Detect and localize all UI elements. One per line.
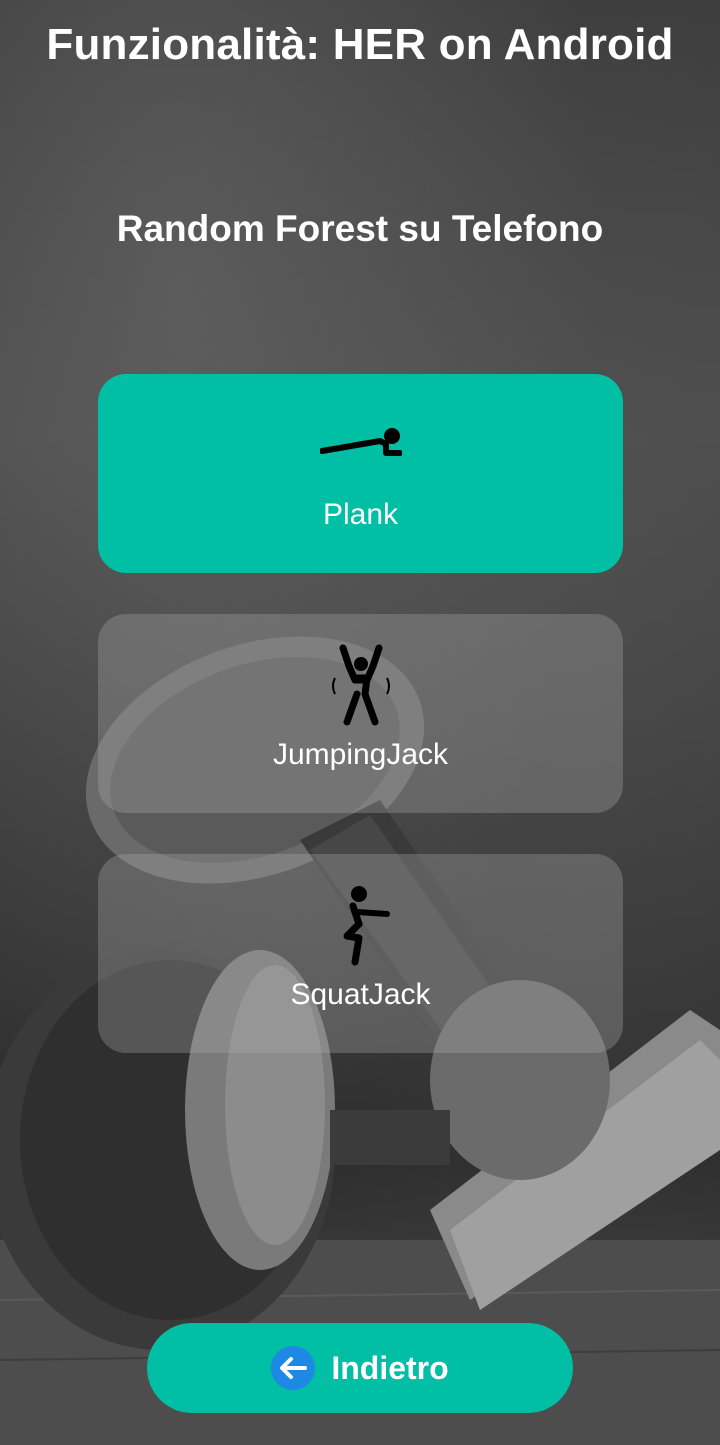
exercise-label: SquatJack bbox=[290, 978, 431, 1011]
back-button[interactable]: Indietro bbox=[147, 1323, 573, 1413]
jumping-jack-icon bbox=[311, 644, 411, 726]
exercise-card-plank[interactable]: Plank bbox=[98, 374, 623, 573]
exercise-label: JumpingJack bbox=[272, 738, 449, 771]
arrow-left-icon bbox=[271, 1346, 316, 1390]
page-title: Funzionalità: HER on Android bbox=[46, 20, 674, 69]
exercise-card-jumpingjack[interactable]: JumpingJack bbox=[98, 614, 623, 813]
squat-jack-icon bbox=[311, 884, 411, 966]
exercise-card-squatjack[interactable]: SquatJack bbox=[98, 854, 623, 1053]
plank-icon bbox=[311, 404, 411, 486]
back-button-label: Indietro bbox=[331, 1349, 449, 1386]
exercise-label: Plank bbox=[322, 498, 399, 531]
page-subtitle: Random Forest su Telefono bbox=[116, 208, 604, 249]
